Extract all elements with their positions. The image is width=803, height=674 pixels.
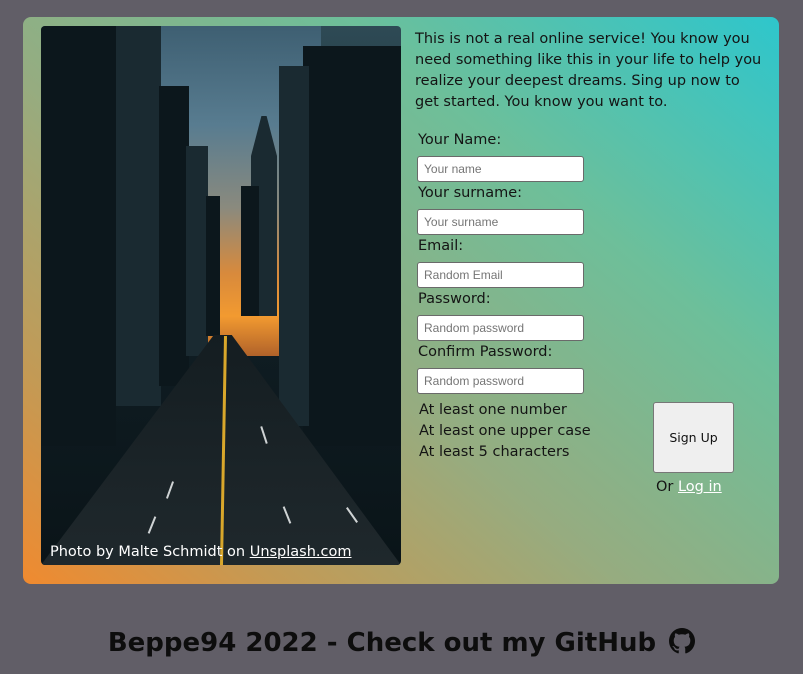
login-prompt: Or Log in [656, 479, 722, 495]
footer-text: Beppe94 2022 - Check out my GitHub [107, 628, 657, 658]
photo-building [303, 46, 401, 446]
surname-label: Your surname: [418, 185, 523, 201]
rule-length: At least 5 characters [419, 444, 570, 460]
photo-building [41, 26, 116, 446]
footer: Beppe94 2022 - Check out my GitHub [0, 628, 803, 661]
photo-building [206, 196, 220, 336]
intro-text: This is not a real online service! You k… [415, 31, 762, 110]
login-link[interactable]: Log in [678, 479, 722, 495]
confirm-password-label: Confirm Password: [418, 344, 553, 360]
city-street-photo: Photo by Malte Schmidt on Unsplash.com [41, 26, 401, 565]
photo-building [279, 66, 309, 426]
github-icon[interactable] [669, 628, 696, 661]
photo-credit: Photo by Malte Schmidt on Unsplash.com [50, 544, 352, 560]
signup-button[interactable]: Sign Up [653, 402, 734, 473]
photo-building [159, 86, 189, 386]
photo-building [241, 186, 259, 316]
rule-number: At least one number [419, 402, 567, 418]
photo-building [116, 26, 161, 406]
surname-input[interactable] [417, 209, 584, 235]
name-label: Your Name: [418, 132, 502, 148]
photo-credit-text: Photo by Malte Schmidt on [50, 544, 250, 560]
email-input[interactable] [417, 262, 584, 288]
signup-card: Photo by Malte Schmidt on Unsplash.com T… [23, 17, 779, 584]
password-rules: At least one number At least one upper c… [419, 400, 591, 463]
email-label: Email: [418, 238, 464, 254]
login-prefix: Or [656, 479, 678, 495]
rule-uppercase: At least one upper case [419, 423, 591, 439]
password-input[interactable] [417, 315, 584, 341]
name-input[interactable] [417, 156, 584, 182]
password-label: Password: [418, 291, 491, 307]
unsplash-link[interactable]: Unsplash.com [250, 544, 352, 560]
photo-building [186, 146, 208, 356]
confirm-password-input[interactable] [417, 368, 584, 394]
